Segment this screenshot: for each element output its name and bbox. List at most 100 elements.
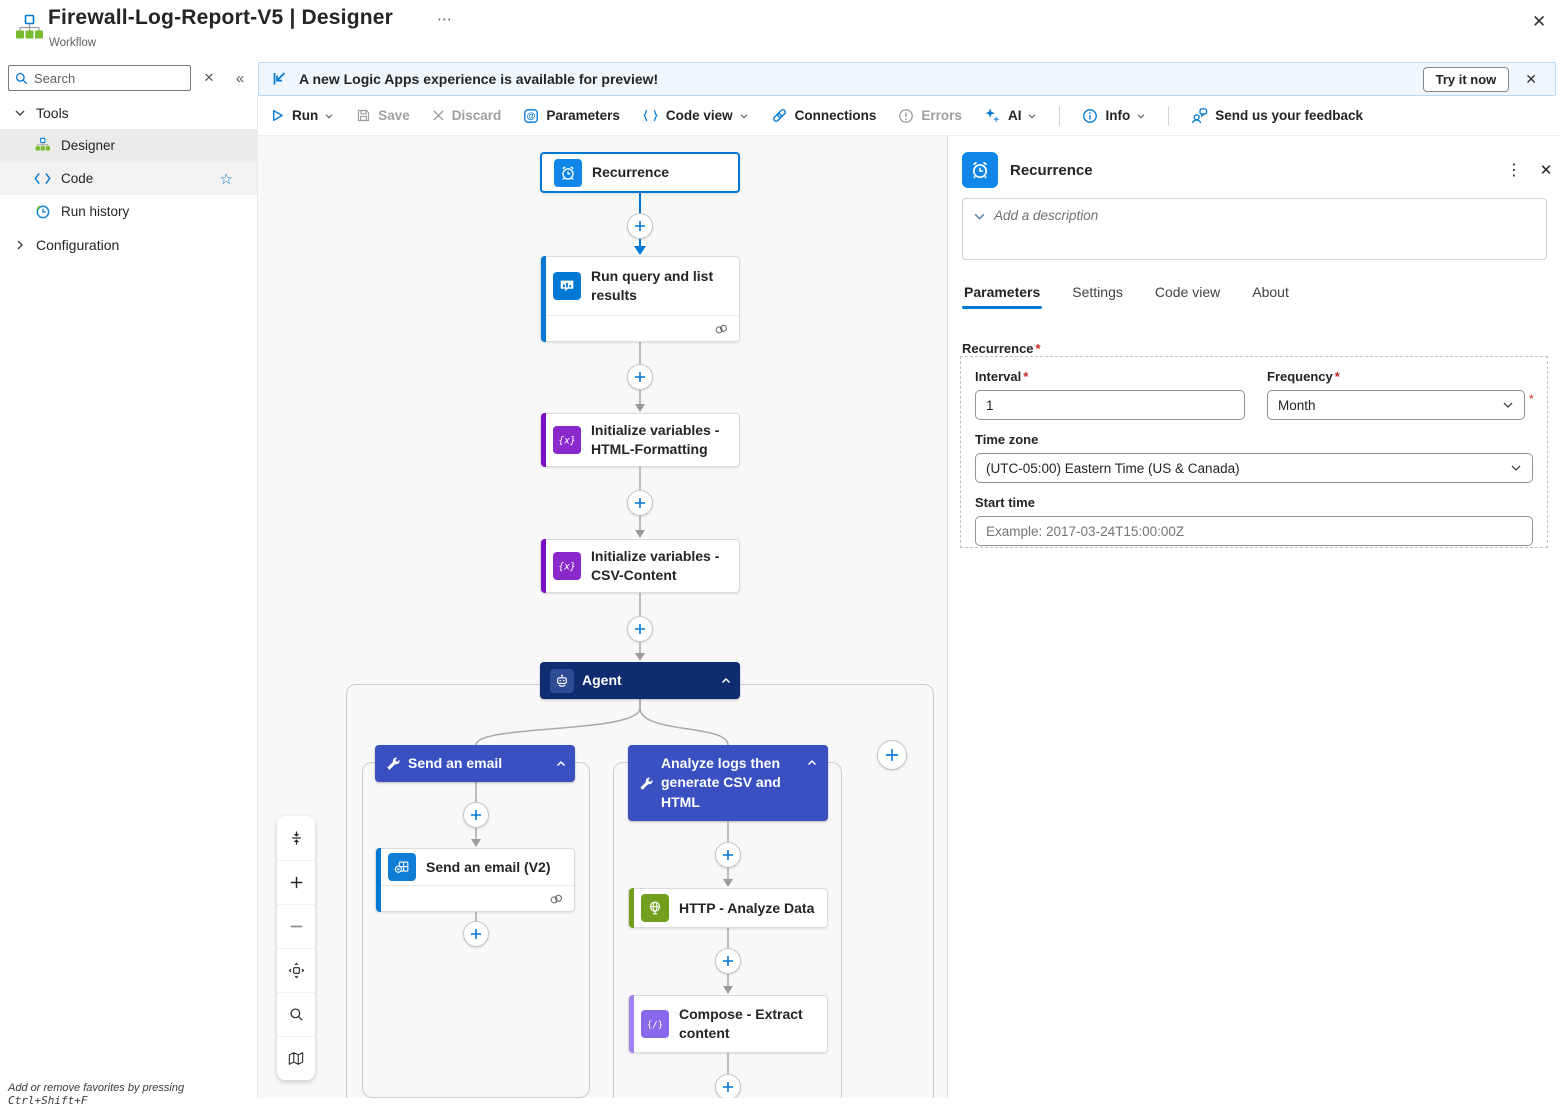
add-action-button[interactable]	[715, 842, 741, 868]
frequency-select[interactable]: Month	[1267, 390, 1525, 420]
node-compose[interactable]: {/} Compose - Extract content	[628, 995, 828, 1053]
add-tool-button[interactable]	[877, 740, 907, 770]
chevron-up-icon[interactable]	[720, 675, 732, 687]
sidebar-collapse-icon[interactable]: «	[227, 66, 253, 90]
chevron-up-icon[interactable]	[555, 758, 567, 770]
save-icon	[358, 109, 370, 122]
add-action-button[interactable]	[463, 802, 489, 828]
tab-code-view[interactable]: Code view	[1153, 278, 1222, 309]
ai-button[interactable]: AI	[984, 107, 1038, 124]
info-button[interactable]: Info	[1082, 108, 1146, 124]
pan-tool-button[interactable]	[277, 948, 315, 992]
feedback-button[interactable]: Send us your feedback	[1191, 107, 1363, 124]
timezone-label: Time zone	[975, 432, 1039, 447]
tab-settings[interactable]: Settings	[1070, 278, 1125, 309]
run-history-icon	[36, 205, 50, 219]
chevron-up-icon[interactable]	[806, 757, 818, 769]
node-recurrence[interactable]: Recurrence	[540, 152, 740, 193]
try-it-now-button[interactable]: Try it now	[1422, 66, 1510, 92]
favorite-star-icon[interactable]: ☆	[220, 170, 233, 188]
add-action-button[interactable]	[627, 213, 653, 239]
toolbar-divider	[1059, 105, 1061, 126]
add-action-button[interactable]	[627, 490, 653, 516]
description-box[interactable]: Add a description	[962, 198, 1547, 260]
panel-tabs: Parameters Settings Code view About	[962, 278, 1291, 309]
command-bar: Run Save Discard @ Parameters Code view …	[258, 96, 1560, 136]
node-run-query[interactable]: Run query and list results	[540, 256, 740, 342]
chevron-down-icon	[1511, 465, 1521, 471]
starttime-input[interactable]	[975, 516, 1533, 546]
recurrence-clock-icon	[962, 152, 998, 188]
plus-icon	[723, 850, 733, 860]
plus-icon	[635, 624, 645, 634]
required-indicator: *	[1529, 392, 1534, 406]
node-http-analyze[interactable]: HTTP - Analyze Data	[628, 888, 828, 928]
save-button[interactable]: Save	[356, 108, 410, 123]
code-view-icon	[643, 109, 658, 122]
sidebar-item-run-history[interactable]: Run history	[0, 195, 257, 228]
search-icon	[15, 72, 28, 85]
run-button[interactable]: Run	[270, 108, 334, 123]
minimap-button[interactable]	[277, 1036, 315, 1080]
logic-app-workflow-icon	[13, 13, 45, 45]
add-action-button[interactable]	[463, 921, 489, 947]
node-agent[interactable]: Agent	[540, 662, 740, 699]
plus-icon	[723, 956, 733, 966]
discard-icon	[433, 110, 444, 121]
agent-robot-icon	[550, 668, 574, 693]
left-sidebar: Tools Designer Code ☆ Run history Config…	[0, 96, 258, 1107]
blade-close-icon[interactable]: ✕	[1526, 10, 1552, 34]
search-clear-icon[interactable]: ✕	[196, 66, 222, 90]
fit-view-button[interactable]	[277, 816, 315, 860]
plus-icon	[635, 498, 645, 508]
node-send-email-v2[interactable]: Send an email (V2)	[375, 848, 575, 912]
tool-send-email[interactable]: Send an email	[375, 745, 575, 782]
interval-input[interactable]	[975, 390, 1245, 420]
panel-more-icon[interactable]: ⋮	[1500, 156, 1528, 184]
workflow-canvas[interactable]: Recurrence Run query and list results {x…	[258, 136, 947, 1098]
canvas-search-button[interactable]	[277, 992, 315, 1036]
page-title: Firewall-Log-Report-V5 | Designer	[48, 6, 394, 29]
add-action-button[interactable]	[715, 1074, 741, 1098]
panel-close-icon[interactable]: ✕	[1532, 156, 1560, 184]
plus-icon	[886, 749, 898, 761]
discard-button[interactable]: Discard	[432, 108, 501, 123]
sidebar-group-configuration[interactable]: Configuration	[0, 228, 257, 261]
chevron-down-icon	[325, 113, 333, 118]
node-init-html[interactable]: {x} Initialize variables - HTML-Formatti…	[540, 413, 740, 467]
search-input[interactable]	[34, 70, 184, 86]
chevron-down-icon	[1503, 402, 1513, 408]
sidebar-search[interactable]	[8, 65, 191, 91]
parameters-button[interactable]: @ Parameters	[523, 108, 620, 124]
app-header: Firewall-Log-Report-V5 | Designer ⋯ Work…	[0, 0, 1560, 62]
tab-about[interactable]: About	[1250, 278, 1291, 309]
tool-analyze-logs[interactable]: Analyze logs then generate CSV and HTML	[628, 745, 828, 821]
add-action-button[interactable]	[627, 364, 653, 390]
description-placeholder: Add a description	[994, 208, 1099, 223]
info-icon	[1083, 108, 1098, 123]
zoom-out-button[interactable]	[277, 904, 315, 948]
sidebar-item-designer[interactable]: Designer	[0, 129, 257, 162]
recurrence-section-label: Recurrence *	[962, 341, 1041, 356]
sidebar-item-code[interactable]: Code ☆	[0, 162, 257, 195]
http-globe-icon	[641, 894, 669, 922]
node-init-csv[interactable]: {x} Initialize variables - CSV-Content	[540, 539, 740, 593]
starttime-label: Start time	[975, 495, 1035, 510]
errors-button[interactable]: Errors	[898, 108, 962, 124]
connections-button[interactable]: Connections	[771, 107, 876, 124]
monitor-logs-icon	[553, 272, 581, 300]
plus-icon	[723, 1082, 733, 1092]
chevron-down-icon[interactable]	[973, 210, 986, 223]
tab-parameters[interactable]: Parameters	[962, 278, 1043, 309]
zoom-in-button[interactable]	[277, 860, 315, 904]
variable-icon: {x}	[553, 426, 581, 454]
add-action-button[interactable]	[627, 616, 653, 642]
variable-icon: {x}	[553, 552, 581, 580]
frequency-label: Frequency *	[1267, 369, 1340, 384]
banner-close-icon[interactable]: ✕	[1519, 69, 1543, 90]
code-view-button[interactable]: Code view	[642, 108, 749, 123]
title-more-icon[interactable]: ⋯	[437, 10, 452, 28]
timezone-select[interactable]: (UTC-05:00) Eastern Time (US & Canada)	[975, 453, 1533, 483]
add-action-button[interactable]	[715, 948, 741, 974]
sidebar-group-tools[interactable]: Tools	[0, 96, 257, 129]
